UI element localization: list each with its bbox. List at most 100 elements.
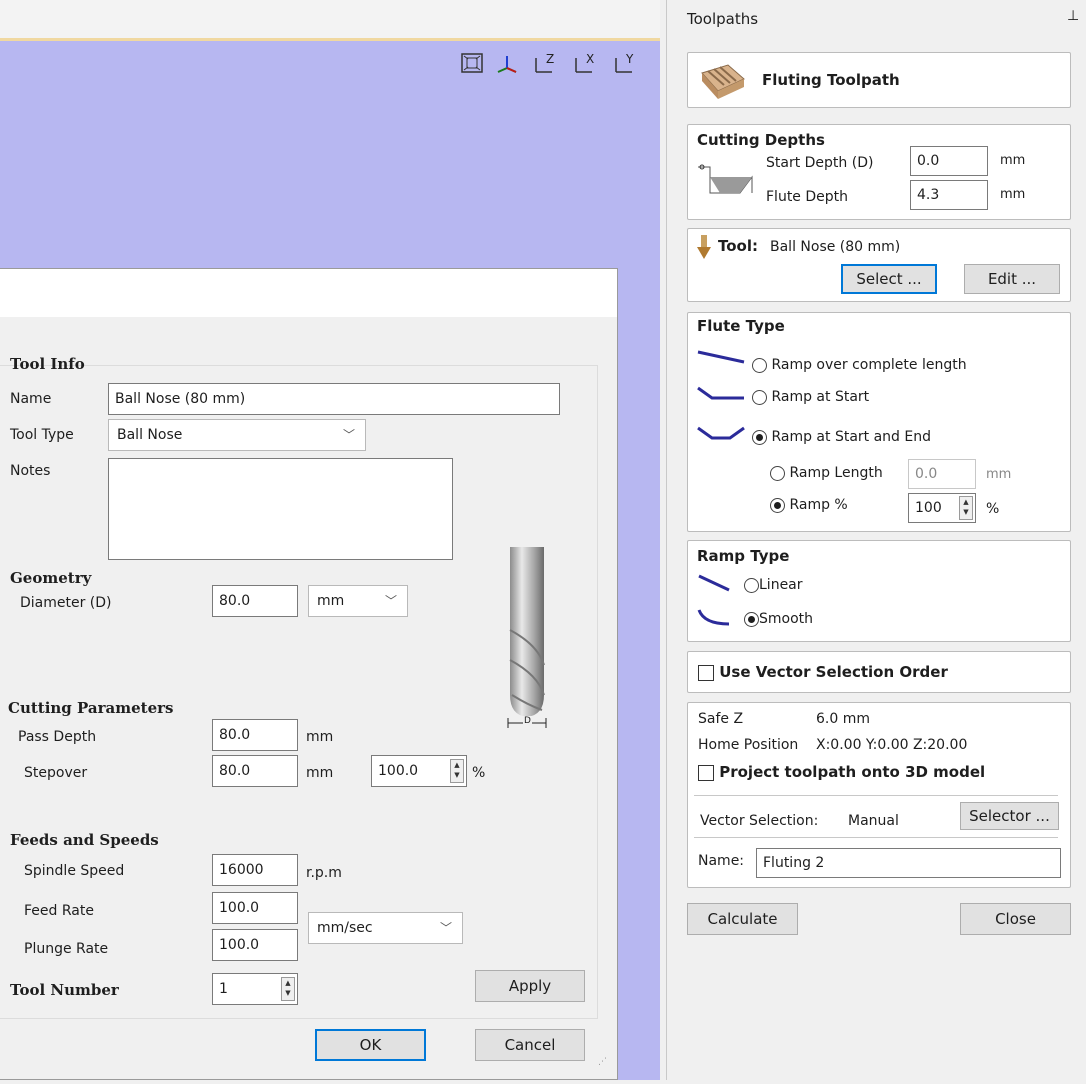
panel-title: Toolpaths <box>687 10 759 28</box>
geometry-heading: Geometry <box>10 569 92 587</box>
ramp-start-label: Ramp at Start <box>771 389 870 405</box>
linear-option[interactable]: Linear <box>744 577 803 593</box>
feed-rate-label: Feed Rate <box>24 903 94 919</box>
radio-linear[interactable] <box>744 577 759 593</box>
tool-type-select[interactable]: Ball Nose ﹀ <box>108 419 366 451</box>
ramp-percent-option[interactable]: Ramp % <box>770 497 848 513</box>
stepover-percent-input[interactable]: 100.0 ▲ ▼ <box>371 755 467 787</box>
pin-icon[interactable]: ⊥ <box>1067 8 1079 24</box>
stepover-unit: mm <box>306 765 334 781</box>
tool-card: Tool: Ball Nose (80 mm) Select ... Edit … <box>687 228 1071 302</box>
radio-ramp-percent[interactable] <box>770 497 785 513</box>
ramp-start-icon <box>696 385 746 405</box>
iso-view-icon[interactable] <box>494 52 520 80</box>
close-button[interactable]: Close <box>960 903 1071 935</box>
calculate-button[interactable]: Calculate <box>687 903 798 935</box>
project-label: Project toolpath onto 3D model <box>719 763 986 781</box>
top-view-icon[interactable] <box>530 52 560 80</box>
fit-view-icon[interactable] <box>460 52 484 80</box>
divider <box>694 795 1058 796</box>
apply-button[interactable]: Apply <box>475 970 585 1002</box>
dialog-title-bar <box>0 269 617 317</box>
safe-z-label: Safe Z <box>698 711 744 727</box>
tool-info-heading: Tool Info <box>10 355 85 373</box>
selector-button[interactable]: Selector ... <box>960 802 1059 830</box>
feeds-heading: Feeds and Speeds <box>10 831 159 849</box>
pass-depth-input[interactable]: 80.0 <box>212 719 298 751</box>
radio-smooth[interactable] <box>744 611 759 627</box>
home-position-value: X:0.00 Y:0.00 Z:20.00 <box>816 737 968 753</box>
radio-ramp-complete[interactable] <box>752 357 767 373</box>
ramp-start-option[interactable]: Ramp at Start <box>752 389 869 405</box>
front-view-icon[interactable] <box>570 52 600 80</box>
diameter-unit-select[interactable]: mm ﹀ <box>308 585 408 617</box>
radio-ramp-start[interactable] <box>752 389 767 405</box>
ramp-percent-input[interactable]: 100 ▲ ▼ <box>908 493 976 523</box>
ramp-percent-unit: % <box>986 501 1000 517</box>
ok-button[interactable]: OK <box>315 1029 426 1061</box>
percent-sign: % <box>472 765 486 781</box>
tool-type-value: Ball Nose <box>117 427 183 443</box>
ramp-complete-icon <box>696 349 746 369</box>
viewport-top-strip <box>0 0 660 38</box>
linear-label: Linear <box>759 577 803 593</box>
edit-tool-button[interactable]: Edit ... <box>964 264 1060 294</box>
ball-nose-tool-image: D <box>498 545 558 749</box>
radio-ramp-both[interactable] <box>752 429 767 445</box>
chevron-down-icon: ﹀ <box>342 428 355 442</box>
tool-name-input[interactable]: Ball Nose (80 mm) <box>108 383 560 415</box>
ramp-both-label: Ramp at Start and End <box>771 429 931 445</box>
resize-grip-icon[interactable]: ⋰ <box>598 1057 607 1067</box>
tool-number-value: 1 <box>219 981 228 997</box>
spin-arrows-icon[interactable]: ▲ ▼ <box>959 496 973 520</box>
tool-type-label: Tool Type <box>10 427 74 443</box>
stepover-percent-value: 100.0 <box>378 763 419 779</box>
tool-number-input[interactable]: 1 ▲ ▼ <box>212 973 298 1005</box>
flute-depth-input[interactable]: 4.3 <box>910 180 988 210</box>
ramp-complete-label: Ramp over complete length <box>771 357 967 373</box>
use-vector-order-label: Use Vector Selection Order <box>719 663 948 681</box>
spin-arrows-icon[interactable]: ▲ ▼ <box>450 759 464 783</box>
cancel-button[interactable]: Cancel <box>475 1029 585 1061</box>
side-view-icon[interactable] <box>610 52 640 80</box>
ramp-both-option[interactable]: Ramp at Start and End <box>752 429 931 445</box>
settings-card: Safe Z 6.0 mm Home Position X:0.00 Y:0.0… <box>687 702 1071 888</box>
tool-number-label: Tool Number <box>10 981 119 999</box>
use-vector-order-option[interactable]: Use Vector Selection Order <box>698 663 948 681</box>
rate-unit-select[interactable]: mm/sec ﹀ <box>308 912 463 944</box>
toolpath-name-input[interactable]: Fluting 2 <box>756 848 1061 878</box>
stepover-input[interactable]: 80.0 <box>212 755 298 787</box>
radio-ramp-length[interactable] <box>770 465 785 481</box>
ramp-length-input[interactable]: 0.0 <box>908 459 976 489</box>
axis-label-x: X <box>586 52 595 66</box>
ramp-length-label: Ramp Length <box>789 465 883 481</box>
ramp-percent-value: 100 <box>915 500 942 516</box>
select-tool-button[interactable]: Select ... <box>841 264 937 294</box>
toolpath-name-label: Name: <box>698 853 745 869</box>
spin-arrows-icon[interactable]: ▲ ▼ <box>281 977 295 1001</box>
divider <box>694 837 1058 838</box>
vector-selection-label: Vector Selection: <box>700 813 819 829</box>
use-vector-order-checkbox[interactable] <box>698 664 714 681</box>
plunge-rate-input[interactable]: 100.0 <box>212 929 298 961</box>
axis-label-z: Z <box>546 52 555 66</box>
diameter-input[interactable]: 80.0 <box>212 585 298 617</box>
start-depth-unit: mm <box>1000 153 1026 168</box>
start-depth-label: Start Depth (D) <box>766 155 874 171</box>
name-label: Name <box>10 391 52 407</box>
start-depth-input[interactable]: 0.0 <box>910 146 988 176</box>
vector-order-card: Use Vector Selection Order <box>687 651 1071 693</box>
ramp-length-option[interactable]: Ramp Length <box>770 465 883 481</box>
project-checkbox[interactable] <box>698 764 714 781</box>
notes-label: Notes <box>10 463 51 479</box>
cutting-params-heading: Cutting Parameters <box>8 699 174 717</box>
feed-rate-input[interactable]: 100.0 <box>212 892 298 924</box>
ramp-complete-option[interactable]: Ramp over complete length <box>752 357 967 373</box>
tool-edit-dialog: Tool Info Name Ball Nose (80 mm) Tool Ty… <box>0 268 618 1080</box>
axis-label-y: Y <box>626 52 634 66</box>
project-option[interactable]: Project toolpath onto 3D model <box>698 763 985 781</box>
spindle-input[interactable]: 16000 <box>212 854 298 886</box>
smooth-option[interactable]: Smooth <box>744 611 813 627</box>
fluting-toolpath-title: Fluting Toolpath <box>762 71 900 89</box>
notes-textarea[interactable] <box>108 458 453 560</box>
